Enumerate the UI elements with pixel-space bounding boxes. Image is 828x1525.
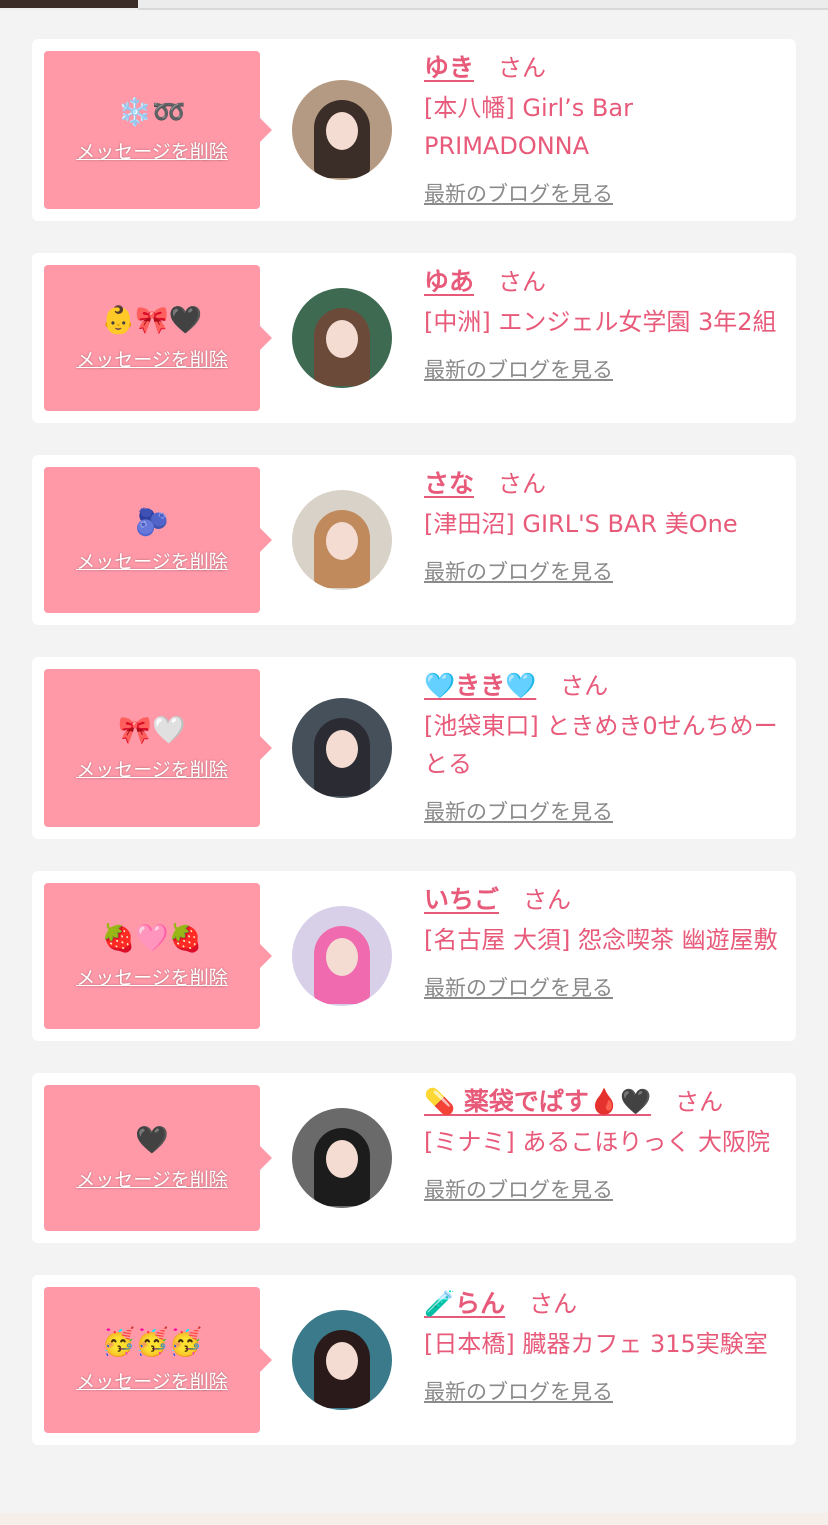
avatar-container xyxy=(260,51,424,209)
avatar-container xyxy=(260,883,424,1029)
avatar[interactable] xyxy=(292,80,392,180)
latest-blog-link[interactable]: 最新のブログを見る xyxy=(424,1377,784,1407)
latest-blog-link[interactable]: 最新のブログを見る xyxy=(424,355,784,385)
sender-info: 💊 薬袋でぱす🩸🖤 さん [ミナミ] あるこほりっく 大阪院 最新のブログを見る xyxy=(424,1085,784,1231)
delete-message-link[interactable]: メッセージを削除 xyxy=(76,547,228,574)
sender-info: さな さん [津田沼] GIRL'S BAR 美One 最新のブログを見る xyxy=(424,467,784,613)
honorific-label: さん xyxy=(560,672,609,700)
latest-blog-link[interactable]: 最新のブログを見る xyxy=(424,1175,784,1205)
message-card: 🍓🩷🍓 メッセージを削除 いちご さん [名古屋 大須] 怨念喫茶 幽遊屋敷 最… xyxy=(32,871,796,1041)
latest-blog-link[interactable]: 最新のブログを見る xyxy=(424,557,784,587)
honorific-label: さん xyxy=(523,886,572,914)
name-line: 💊 薬袋でぱす🩸🖤 さん xyxy=(424,1085,784,1119)
message-list: ❄️➿ メッセージを削除 ゆき さん [本八幡] Girl’s Bar PRIM… xyxy=(32,39,796,1477)
avatar-face xyxy=(326,112,358,150)
avatar[interactable] xyxy=(292,288,392,388)
shop-name-link[interactable]: [名古屋 大須] 怨念喫茶 幽遊屋敷 xyxy=(424,921,784,959)
name-line: ゆき さん xyxy=(424,51,784,85)
message-card: 🫐 メッセージを削除 さな さん [津田沼] GIRL'S BAR 美One 最… xyxy=(32,455,796,625)
avatar-container xyxy=(260,669,424,827)
avatar-face xyxy=(326,730,358,768)
honorific-label: さん xyxy=(498,268,547,296)
shop-name-link[interactable]: [中洲] エンジェル女学園 3年2組 xyxy=(424,303,784,341)
name-line: ゆあ さん xyxy=(424,265,784,299)
message-bubble: 👶🎀🖤 メッセージを削除 xyxy=(44,265,272,411)
latest-blog-link[interactable]: 最新のブログを見る xyxy=(424,973,784,1003)
message-text: 🖤 xyxy=(135,1124,169,1156)
avatar-container xyxy=(260,467,424,613)
message-text: 👶🎀🖤 xyxy=(101,304,203,336)
sender-name-link[interactable]: 🩵きき🩵 xyxy=(424,669,536,703)
shop-name-link[interactable]: [日本橋] 臓器カフェ 315実験室 xyxy=(424,1325,784,1363)
sender-info: 🧪らん さん [日本橋] 臓器カフェ 315実験室 最新のブログを見る xyxy=(424,1287,784,1433)
message-bubble: 🖤 メッセージを削除 xyxy=(44,1085,272,1231)
delete-message-link[interactable]: メッセージを削除 xyxy=(76,963,228,990)
message-text: 🫐 xyxy=(135,506,169,538)
bottom-edge xyxy=(0,1513,828,1525)
sender-info: ゆき さん [本八幡] Girl’s Bar PRIMADONNA 最新のブログ… xyxy=(424,51,784,209)
sender-info: ゆあ さん [中洲] エンジェル女学園 3年2組 最新のブログを見る xyxy=(424,265,784,411)
avatar[interactable] xyxy=(292,698,392,798)
avatar-face xyxy=(326,938,358,976)
avatar[interactable] xyxy=(292,1108,392,1208)
sender-name-link[interactable]: ゆき xyxy=(424,51,474,85)
avatar-container xyxy=(260,1085,424,1231)
avatar-container xyxy=(260,1287,424,1433)
delete-message-link[interactable]: メッセージを削除 xyxy=(76,345,228,372)
message-text: 🥳🥳🥳 xyxy=(101,1326,203,1358)
avatar-face xyxy=(326,522,358,560)
delete-message-link[interactable]: メッセージを削除 xyxy=(76,137,228,164)
name-line: さな さん xyxy=(424,467,784,501)
latest-blog-link[interactable]: 最新のブログを見る xyxy=(424,797,784,827)
shop-name-link[interactable]: [本八幡] Girl’s Bar PRIMADONNA xyxy=(424,89,784,165)
message-bubble: 🫐 メッセージを削除 xyxy=(44,467,272,613)
avatar-face xyxy=(326,1342,358,1380)
sender-info: いちご さん [名古屋 大須] 怨念喫茶 幽遊屋敷 最新のブログを見る xyxy=(424,883,784,1029)
name-line: いちご さん xyxy=(424,883,784,917)
message-bubble: 🥳🥳🥳 メッセージを削除 xyxy=(44,1287,272,1433)
avatar-face xyxy=(326,1140,358,1178)
message-card: 🥳🥳🥳 メッセージを削除 🧪らん さん [日本橋] 臓器カフェ 315実験室 最… xyxy=(32,1275,796,1445)
message-card: 🎀🤍 メッセージを削除 🩵きき🩵 さん [池袋東口] ときめき0せんちめーとる … xyxy=(32,657,796,839)
sender-name-link[interactable]: 💊 薬袋でぱす🩸🖤 xyxy=(424,1085,651,1119)
delete-message-link[interactable]: メッセージを削除 xyxy=(76,755,228,782)
avatar-container xyxy=(260,265,424,411)
honorific-label: さん xyxy=(498,470,547,498)
sender-name-link[interactable]: いちご xyxy=(424,883,499,917)
message-text: 🎀🤍 xyxy=(118,714,186,746)
sender-name-link[interactable]: ゆあ xyxy=(424,265,474,299)
name-line: 🧪らん さん xyxy=(424,1287,784,1321)
shop-name-link[interactable]: [池袋東口] ときめき0せんちめーとる xyxy=(424,707,784,783)
honorific-label: さん xyxy=(529,1290,578,1318)
message-card: 🖤 メッセージを削除 💊 薬袋でぱす🩸🖤 さん [ミナミ] あるこほりっく 大阪… xyxy=(32,1073,796,1243)
delete-message-link[interactable]: メッセージを削除 xyxy=(76,1165,228,1192)
delete-message-link[interactable]: メッセージを削除 xyxy=(76,1367,228,1394)
avatar[interactable] xyxy=(292,490,392,590)
sender-name-link[interactable]: さな xyxy=(424,467,474,501)
avatar-face xyxy=(326,320,358,358)
avatar[interactable] xyxy=(292,906,392,1006)
shop-name-link[interactable]: [津田沼] GIRL'S BAR 美One xyxy=(424,505,784,543)
avatar[interactable] xyxy=(292,1310,392,1410)
tab-divider xyxy=(138,8,828,10)
message-text: ❄️➿ xyxy=(118,96,186,128)
message-card: 👶🎀🖤 メッセージを削除 ゆあ さん [中洲] エンジェル女学園 3年2組 最新… xyxy=(32,253,796,423)
message-card: ❄️➿ メッセージを削除 ゆき さん [本八幡] Girl’s Bar PRIM… xyxy=(32,39,796,221)
message-bubble: 🍓🩷🍓 メッセージを削除 xyxy=(44,883,272,1029)
shop-name-link[interactable]: [ミナミ] あるこほりっく 大阪院 xyxy=(424,1123,784,1161)
message-text: 🍓🩷🍓 xyxy=(101,922,203,954)
honorific-label: さん xyxy=(675,1088,724,1116)
message-bubble: ❄️➿ メッセージを削除 xyxy=(44,51,272,209)
sender-info: 🩵きき🩵 さん [池袋東口] ときめき0せんちめーとる 最新のブログを見る xyxy=(424,669,784,827)
name-line: 🩵きき🩵 さん xyxy=(424,669,784,703)
active-tab-indicator[interactable] xyxy=(0,0,138,8)
sender-name-link[interactable]: 🧪らん xyxy=(424,1287,505,1321)
honorific-label: さん xyxy=(498,54,547,82)
latest-blog-link[interactable]: 最新のブログを見る xyxy=(424,179,784,209)
message-bubble: 🎀🤍 メッセージを削除 xyxy=(44,669,272,827)
top-tab-bar xyxy=(0,0,828,10)
